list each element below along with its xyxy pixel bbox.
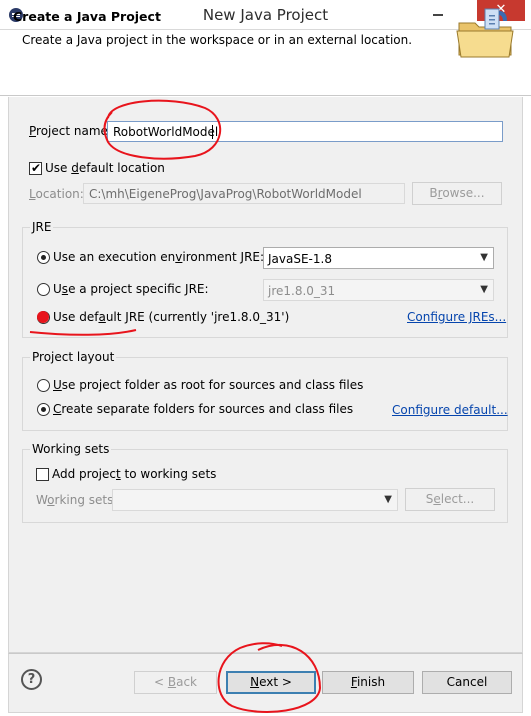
jre-group-title: JRE bbox=[30, 220, 54, 234]
layout-separate-folders-label: Create separate folders for sources and … bbox=[53, 402, 354, 416]
jre-project-specific-radio[interactable] bbox=[37, 283, 50, 296]
next-button[interactable]: Next > bbox=[226, 671, 316, 694]
cancel-button[interactable]: Cancel bbox=[422, 671, 512, 694]
minimize-button[interactable] bbox=[427, 4, 449, 24]
project-specific-jre-select[interactable]: jre1.8.0_31 ▼ bbox=[263, 279, 494, 301]
jre-default-radio[interactable] bbox=[37, 311, 50, 324]
wizard-description: Create a Java project in the workspace o… bbox=[22, 33, 413, 47]
layout-project-root-radio[interactable] bbox=[37, 379, 50, 392]
back-button[interactable]: < Back bbox=[134, 671, 217, 694]
chevron-down-icon: ▼ bbox=[480, 284, 488, 295]
project-specific-jre-value: jre1.8.0_31 bbox=[268, 284, 336, 298]
project-name-input[interactable]: RobotWorldModel bbox=[107, 121, 503, 142]
jre-project-specific-label: Use a project specific JRE: bbox=[53, 282, 209, 296]
location-label: Location: bbox=[29, 187, 84, 201]
layout-separate-folders-radio[interactable] bbox=[37, 403, 50, 416]
text-cursor bbox=[212, 125, 213, 139]
location-input[interactable]: C:\mh\EigeneProg\JavaProg\RobotWorldMode… bbox=[83, 183, 405, 204]
jre-execution-env-label: Use an execution environment JRE: bbox=[53, 250, 265, 264]
working-sets-group bbox=[22, 449, 508, 523]
jre-default-label: Use default JRE (currently 'jre1.8.0_31'… bbox=[53, 310, 290, 324]
project-layout-group-title: Project layout bbox=[30, 350, 117, 364]
wizard-title: Create a Java Project bbox=[13, 9, 161, 24]
use-default-location-label: Use default location bbox=[45, 161, 165, 175]
project-name-value: RobotWorldModel bbox=[113, 125, 219, 139]
add-to-working-sets-label: Add project to working sets bbox=[52, 467, 217, 481]
working-sets-group-title: Working sets bbox=[30, 442, 112, 456]
working-sets-select[interactable]: ▼ bbox=[112, 489, 398, 511]
browse-button[interactable]: Browse... bbox=[412, 182, 502, 205]
chevron-down-icon: ▼ bbox=[384, 494, 392, 505]
configure-jres-link[interactable]: Configure JREs... bbox=[407, 310, 506, 324]
execution-env-value: JavaSE-1.8 bbox=[268, 252, 332, 266]
chevron-down-icon: ▼ bbox=[480, 252, 488, 263]
layout-project-root-label: Use project folder as root for sources a… bbox=[53, 378, 364, 392]
add-to-working-sets-checkbox[interactable] bbox=[36, 468, 49, 481]
use-default-location-checkbox[interactable]: ✔ bbox=[29, 161, 42, 175]
execution-env-select[interactable]: JavaSE-1.8 ▼ bbox=[263, 247, 494, 269]
jre-execution-env-radio[interactable] bbox=[37, 251, 50, 264]
select-working-sets-button[interactable]: Select... bbox=[405, 488, 495, 511]
configure-default-link[interactable]: Configure default... bbox=[392, 403, 508, 417]
help-icon[interactable]: ? bbox=[21, 669, 42, 690]
working-sets-label: Working sets: bbox=[36, 493, 118, 507]
project-layout-group bbox=[22, 357, 508, 431]
java-project-folder-icon bbox=[456, 8, 514, 58]
finish-button[interactable]: Finish bbox=[322, 671, 414, 694]
project-name-label: Project name: bbox=[29, 124, 112, 138]
